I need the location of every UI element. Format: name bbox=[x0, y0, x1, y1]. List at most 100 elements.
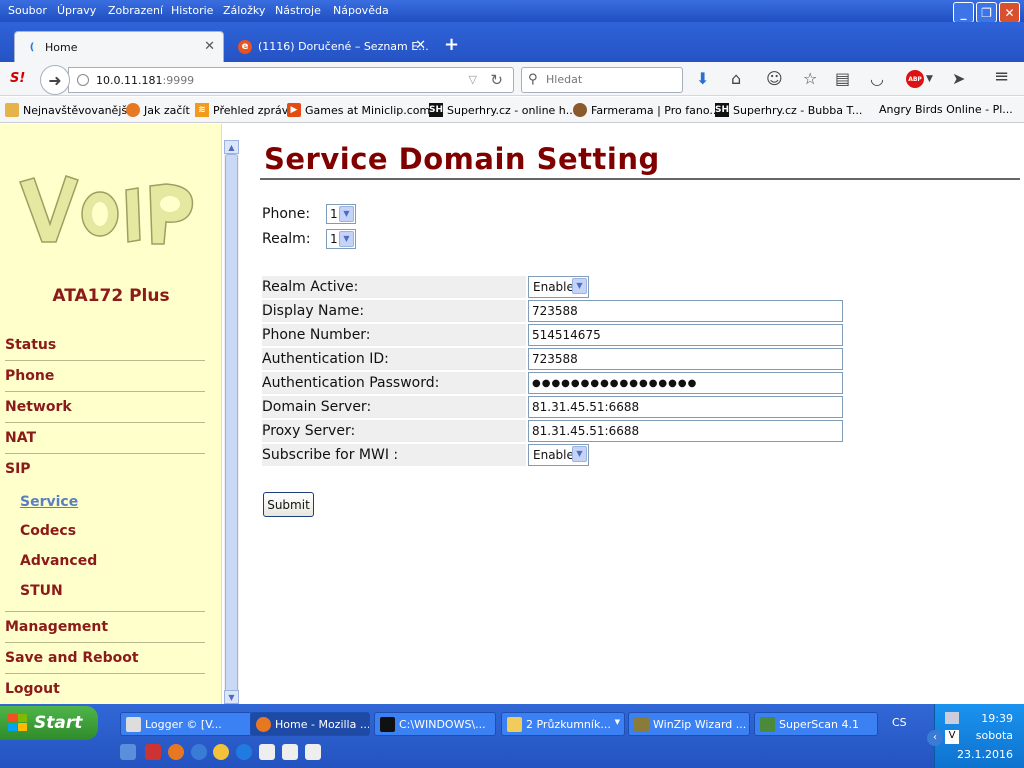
tab-home[interactable]: ( Home ✕ bbox=[14, 31, 224, 62]
search-box[interactable]: ⚲ bbox=[521, 67, 683, 93]
bookmark-item[interactable]: Farmerama | Pro fano... bbox=[573, 103, 720, 117]
new-tab-plus-icon[interactable]: + bbox=[444, 34, 459, 55]
display-name-input[interactable] bbox=[528, 300, 843, 322]
nav-divider bbox=[5, 391, 205, 392]
send-icon[interactable]: ➤ bbox=[952, 69, 965, 88]
proxy-server-input[interactable] bbox=[528, 420, 843, 442]
quicklaunch-icon[interactable] bbox=[120, 744, 136, 760]
realm-active-select[interactable]: Enable ▼ bbox=[528, 276, 589, 298]
menu-upravy[interactable]: Úpravy bbox=[57, 4, 96, 17]
taskbar-item-cmd[interactable]: C:\WINDOWS\... bbox=[374, 712, 496, 736]
menu-nastroje[interactable]: Nástroje bbox=[275, 4, 321, 17]
chevron-down-icon: ▼ bbox=[339, 231, 354, 247]
nav-phone[interactable]: Phone bbox=[5, 368, 205, 384]
phone-number-input[interactable] bbox=[528, 324, 843, 346]
title-divider bbox=[260, 178, 1020, 180]
back-button[interactable]: ➜ bbox=[40, 65, 70, 95]
reading-list-icon[interactable]: ▤ bbox=[835, 69, 850, 88]
proxy-server-label: Proxy Server: bbox=[262, 420, 526, 442]
quicklaunch-icon[interactable] bbox=[145, 744, 161, 760]
minimize-button[interactable]: _ bbox=[953, 2, 974, 23]
tab-seznam-email[interactable]: e (1116) Doručené – Seznam E... ✕ bbox=[228, 31, 434, 62]
url-port: :9999 bbox=[162, 74, 195, 87]
tab-seznam-label: (1116) Doručené – Seznam E... bbox=[258, 40, 429, 53]
realm-select[interactable]: 1 ▼ bbox=[326, 229, 356, 249]
adblock-icon[interactable]: ABP bbox=[906, 70, 924, 88]
quicklaunch-icon[interactable] bbox=[259, 744, 275, 760]
chrome-quicklaunch-icon[interactable] bbox=[213, 744, 229, 760]
chevron-down-icon[interactable]: ▼ bbox=[926, 74, 933, 84]
nav-save-reboot[interactable]: Save and Reboot bbox=[5, 650, 205, 666]
pocket-icon[interactable]: ◡ bbox=[870, 69, 884, 88]
bookmark-item[interactable]: SH Superhry.cz - Bubba T... bbox=[715, 103, 862, 117]
search-input[interactable] bbox=[546, 73, 676, 86]
nav-logout[interactable]: Logout bbox=[5, 681, 205, 697]
scroll-up-icon[interactable]: ▲ bbox=[224, 140, 239, 154]
url-dropdown-icon[interactable]: ▽ bbox=[469, 73, 477, 86]
bookmark-item[interactable]: SH Superhry.cz - online h... bbox=[429, 103, 576, 117]
bookmark-label: Přehled zpráv bbox=[213, 103, 289, 117]
nav-sip-service[interactable]: Service bbox=[20, 494, 78, 510]
quicklaunch-icon[interactable] bbox=[305, 744, 321, 760]
quicklaunch-icon[interactable] bbox=[282, 744, 298, 760]
bookmark-item[interactable]: Nejnavštěvovanější bbox=[5, 103, 130, 117]
nav-nat[interactable]: NAT bbox=[5, 430, 205, 446]
url-bar[interactable]: 10.0.11.181:9999 ▽ ↻ bbox=[68, 67, 514, 93]
phone-number-label: Phone Number: bbox=[262, 324, 526, 346]
firefox-quicklaunch-icon[interactable] bbox=[168, 744, 184, 760]
scroll-down-icon[interactable]: ▼ bbox=[224, 690, 239, 704]
taskbar-item-winzip[interactable]: WinZip Wizard ... bbox=[628, 712, 750, 736]
menu-napoveda[interactable]: Nápověda bbox=[333, 4, 389, 17]
quicklaunch-icon[interactable] bbox=[191, 744, 207, 760]
seznam-s-icon[interactable]: S! bbox=[10, 71, 25, 86]
download-icon[interactable]: ⬇ bbox=[696, 69, 709, 88]
submit-button[interactable]: Submit bbox=[263, 492, 314, 517]
subscribe-mwi-select[interactable]: Enable ▼ bbox=[528, 444, 589, 466]
bookmark-item[interactable]: ≋ Přehled zpráv bbox=[195, 103, 288, 117]
start-button[interactable]: Start bbox=[0, 706, 98, 740]
auth-password-input[interactable] bbox=[528, 372, 843, 394]
nav-status[interactable]: Status bbox=[5, 337, 205, 353]
hamburger-menu-icon[interactable]: ≡ bbox=[994, 66, 1009, 87]
menu-zalozky[interactable]: Záložky bbox=[223, 4, 265, 17]
menu-soubor[interactable]: Soubor bbox=[8, 4, 47, 17]
sidebar-scrollbar[interactable]: ▲ ▼ bbox=[224, 140, 239, 704]
arrow-left-icon: ➜ bbox=[48, 70, 62, 90]
taskbar-item-label: SuperScan 4.1 bbox=[779, 717, 859, 731]
bookmark-item[interactable]: ▶ Games at Miniclip.com ... bbox=[287, 103, 444, 117]
reload-icon[interactable]: ↻ bbox=[490, 71, 503, 89]
auth-id-input[interactable] bbox=[528, 348, 843, 370]
smiley-icon[interactable]: ☺ bbox=[766, 69, 783, 88]
nav-network[interactable]: Network bbox=[5, 399, 205, 415]
bookmark-item[interactable]: Angry Birds Online - Pl... bbox=[879, 103, 1013, 116]
nav-sip[interactable]: SIP bbox=[5, 461, 205, 477]
domain-server-input[interactable] bbox=[528, 396, 843, 418]
home-icon[interactable]: ⌂ bbox=[731, 69, 741, 88]
close-tab-icon[interactable]: ✕ bbox=[204, 39, 215, 54]
play-icon: ▶ bbox=[287, 103, 301, 117]
nav-sip-advanced[interactable]: Advanced bbox=[20, 553, 97, 569]
nav-sip-codecs[interactable]: Codecs bbox=[20, 523, 76, 539]
ie-quicklaunch-icon[interactable] bbox=[236, 744, 252, 760]
close-window-button[interactable]: ✕ bbox=[999, 2, 1020, 23]
restore-button[interactable]: ❐ bbox=[976, 2, 997, 23]
clock-time: 19:39 bbox=[981, 712, 1013, 725]
clock-date: 23.1.2016 bbox=[957, 748, 1013, 761]
taskbar-item-logger[interactable]: Logger © [V... bbox=[120, 712, 252, 736]
language-indicator[interactable]: CS bbox=[892, 716, 907, 729]
phone-select[interactable]: 1 ▼ bbox=[326, 204, 356, 224]
menu-zobrazeni[interactable]: Zobrazení bbox=[108, 4, 163, 17]
taskbar-item-firefox[interactable]: Home - Mozilla ... bbox=[250, 712, 370, 736]
bookmark-star-icon[interactable]: ☆ bbox=[803, 69, 817, 88]
nav-sip-stun[interactable]: STUN bbox=[20, 583, 63, 599]
taskbar-item-superscan[interactable]: SuperScan 4.1 bbox=[754, 712, 878, 736]
close-tab-icon[interactable]: ✕ bbox=[415, 38, 426, 53]
nav-management[interactable]: Management bbox=[5, 619, 205, 635]
logger-icon bbox=[126, 717, 141, 732]
clock[interactable]: 19:39 sobota 23.1.2016 bbox=[935, 712, 1024, 762]
scroll-thumb[interactable] bbox=[225, 154, 238, 696]
seznam-email-icon: e bbox=[238, 39, 252, 54]
taskbar-item-explorer[interactable]: 2 Průzkumník... ▼ bbox=[501, 712, 625, 736]
bookmark-item[interactable]: Jak začít bbox=[126, 103, 190, 117]
menu-historie[interactable]: Historie bbox=[171, 4, 213, 17]
